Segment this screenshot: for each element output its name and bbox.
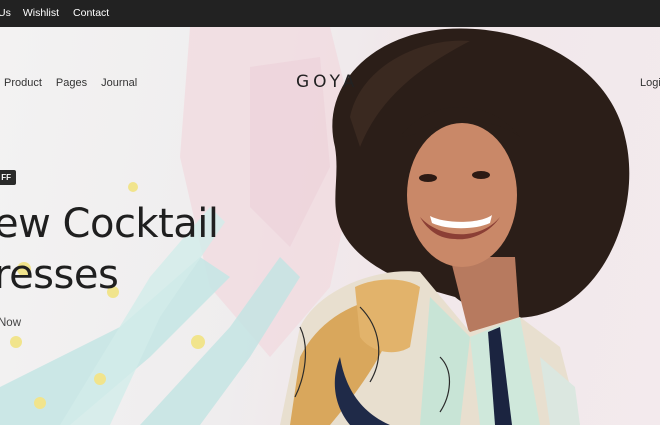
top-link-contact[interactable]: Contact [73,7,109,20]
hero-headline: ew Cocktail resses [0,199,219,301]
brand-logo[interactable]: GOYA [296,72,358,92]
yellow-dot [191,335,205,349]
top-bar: Us Wishlist Contact [0,0,660,27]
nav-journal[interactable]: Journal [101,77,137,89]
top-link-about[interactable]: Us [0,7,11,20]
hero-headline-line2: resses [0,252,119,298]
top-link-wishlist[interactable]: Wishlist [23,7,59,20]
yellow-dot [94,373,106,385]
shop-now-link[interactable]: Now [0,317,21,329]
nav-product[interactable]: Product [4,77,42,89]
top-bar-links: Us Wishlist Contact [0,7,123,20]
yellow-dot [128,182,138,192]
login-link[interactable]: Login [640,77,660,89]
page-bottom [0,425,660,440]
yellow-dot [34,397,46,409]
nav-pages[interactable]: Pages [56,77,87,89]
hero-headline-line1: ew Cocktail [0,201,219,247]
main-nav: Product Pages Journal [4,77,151,89]
yellow-dot [10,336,22,348]
hero-banner: Product Pages Journal GOYA Login FF ew C… [0,27,660,425]
sale-badge: FF [0,170,16,185]
